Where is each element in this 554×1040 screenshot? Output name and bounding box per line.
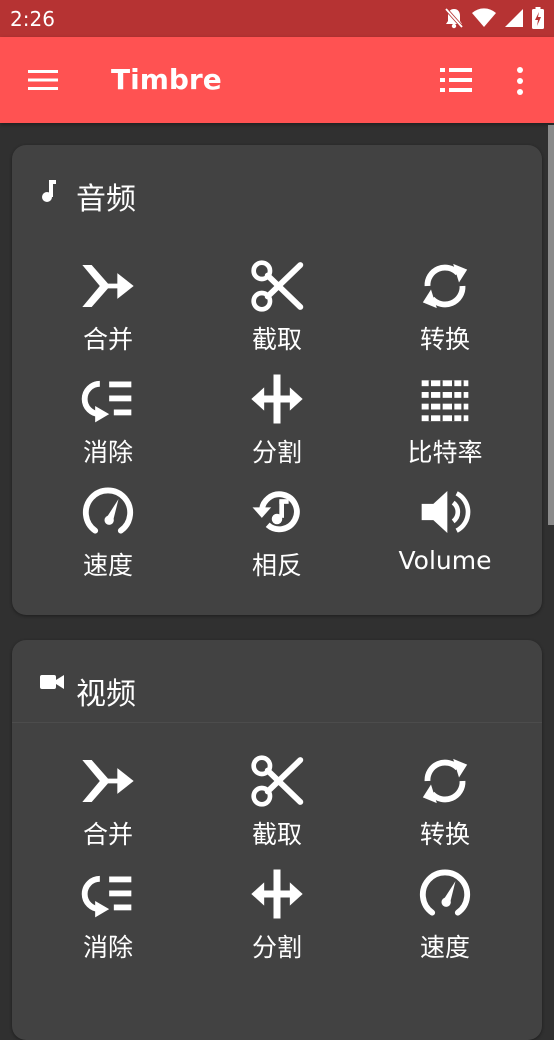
menu-icon[interactable] (28, 68, 58, 92)
audio-merge-button[interactable]: 合并 (24, 248, 192, 360)
remove-icon (80, 866, 136, 922)
tile-label: 相反 (251, 551, 302, 580)
audio-card-header: 音频 (12, 145, 542, 227)
tile-label: 截取 (251, 820, 302, 849)
scrollbar[interactable] (548, 125, 554, 525)
audio-trim-button[interactable]: 截取 (193, 248, 361, 360)
status-icons (444, 7, 544, 29)
tile-label: 比特率 (407, 438, 483, 467)
status-bar: 2:26 (0, 0, 554, 37)
audio-convert-button[interactable]: 转换 (361, 248, 529, 360)
list-view-icon[interactable] (440, 67, 472, 93)
audio-card: 音频 合并 截取 转换 消除 分割 比特率 速度 相反 Volume (12, 145, 542, 615)
audio-volume-button[interactable]: Volume (361, 474, 529, 586)
remove-icon (80, 371, 136, 427)
audio-speed-button[interactable]: 速度 (24, 474, 192, 586)
audio-section-title: 音频 (76, 182, 136, 217)
scissors-icon (249, 753, 305, 809)
app-bar: Timbre (0, 37, 554, 123)
video-speed-button[interactable]: 速度 (361, 856, 529, 968)
signal-icon (505, 9, 523, 27)
merge-icon (80, 753, 136, 809)
tile-label: Volume (398, 546, 492, 575)
speed-icon (417, 866, 473, 922)
tile-label: 合并 (82, 820, 133, 849)
convert-icon (417, 258, 473, 314)
status-time: 2:26 (10, 7, 55, 31)
volume-icon (417, 484, 473, 540)
tile-label: 合并 (82, 325, 133, 354)
audio-remove-button[interactable]: 消除 (24, 361, 192, 473)
tile-label: 消除 (82, 933, 133, 962)
tile-label: 分割 (251, 438, 302, 467)
video-trim-button[interactable]: 截取 (193, 743, 361, 855)
music-note-icon (42, 180, 56, 202)
video-section-title: 视频 (76, 677, 136, 712)
wifi-icon (472, 8, 496, 27)
scissors-icon (249, 258, 305, 314)
audio-reverse-button[interactable]: 相反 (193, 474, 361, 586)
videocam-icon (40, 675, 64, 689)
video-remove-button[interactable]: 消除 (24, 856, 192, 968)
tile-label: 分割 (251, 933, 302, 962)
bitrate-icon (417, 371, 473, 427)
tile-label: 速度 (419, 933, 470, 962)
more-options-icon[interactable] (512, 67, 528, 95)
video-convert-button[interactable]: 转换 (361, 743, 529, 855)
video-split-button[interactable]: 分割 (193, 856, 361, 968)
app-title: Timbre (111, 63, 222, 96)
tile-label: 转换 (419, 325, 470, 354)
tile-label: 消除 (82, 438, 133, 467)
reverse-icon (249, 484, 305, 540)
merge-icon (80, 258, 136, 314)
battery-icon (532, 7, 544, 29)
convert-icon (417, 753, 473, 809)
video-merge-button[interactable]: 合并 (24, 743, 192, 855)
split-icon (249, 371, 305, 427)
speed-icon (80, 484, 136, 540)
audio-split-button[interactable]: 分割 (193, 361, 361, 473)
tile-label: 截取 (251, 325, 302, 354)
split-icon (249, 866, 305, 922)
video-card-header: 视频 (12, 640, 542, 722)
video-card: 视频 合并 截取 转换 消除 分割 速度 (12, 640, 542, 1040)
card-divider (12, 722, 542, 723)
tile-label: 速度 (82, 551, 133, 580)
tile-label: 转换 (419, 820, 470, 849)
audio-bitrate-button[interactable]: 比特率 (361, 361, 529, 473)
notifications-off-icon (444, 7, 464, 29)
